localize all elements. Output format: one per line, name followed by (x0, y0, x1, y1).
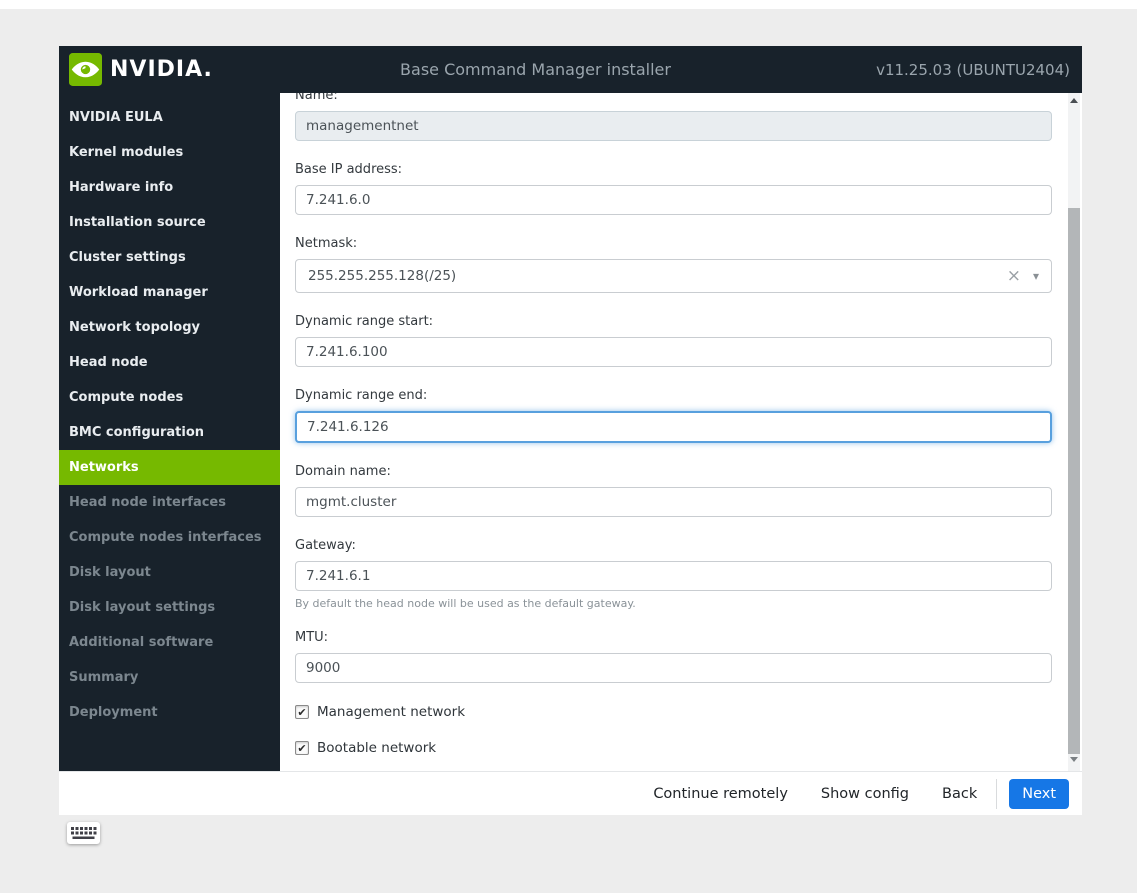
app-title: Base Command Manager installer (400, 60, 671, 79)
sidebar-item-cluster-settings[interactable]: Cluster settings (59, 240, 280, 275)
sidebar-item-deployment[interactable]: Deployment (59, 695, 280, 730)
gateway-helper-text: By default the head node will be used as… (295, 597, 636, 610)
domain-name-input[interactable] (295, 487, 1052, 517)
sidebar-item-hardware-info[interactable]: Hardware info (59, 170, 280, 205)
scroll-down-icon[interactable] (1070, 757, 1078, 762)
netmask-label: Netmask: (295, 236, 358, 251)
management-network-checkbox[interactable]: ✔ (295, 705, 309, 719)
field-dynamic-range-end: Dynamic range end: (295, 388, 1052, 443)
netmask-select[interactable]: 255.255.255.128(/25) × ▾ (295, 259, 1052, 293)
bootable-network-checkbox[interactable]: ✔ (295, 741, 309, 755)
nvidia-eye-icon (69, 53, 102, 86)
field-dynamic-range-start: Dynamic range start: (295, 314, 1052, 367)
management-network-row: ✔ Management network (295, 704, 1052, 720)
name-label: Name: (295, 93, 338, 103)
name-input (295, 111, 1052, 141)
dynamic-range-start-input[interactable] (295, 337, 1052, 367)
sidebar-item-nvidia-eula[interactable]: NVIDIA EULA (59, 100, 280, 135)
footer-bar: Continue remotely Show config Back Next (59, 771, 1082, 815)
base-ip-input[interactable] (295, 185, 1052, 215)
network-settings-form: Name: Base IP address: Netmask: 255.255.… (280, 93, 1082, 771)
header-bar: NVIDIA. Base Command Manager installer v… (59, 46, 1082, 93)
sidebar-item-additional-software[interactable]: Additional software (59, 625, 280, 660)
sidebar-item-network-topology[interactable]: Network topology (59, 310, 280, 345)
on-screen-keyboard-icon[interactable] (67, 822, 100, 844)
sidebar-item-bmc-configuration[interactable]: BMC configuration (59, 415, 280, 450)
sidebar-item-head-node-interfaces[interactable]: Head node interfaces (59, 485, 280, 520)
netmask-value: 255.255.255.128(/25) (308, 268, 457, 284)
sidebar-item-installation-source[interactable]: Installation source (59, 205, 280, 240)
next-button[interactable]: Next (1009, 778, 1069, 809)
dynamic-range-end-label: Dynamic range end: (295, 388, 428, 403)
chevron-down-icon[interactable]: ▾ (1033, 270, 1039, 282)
app-version: v11.25.03 (UBUNTU2404) (876, 60, 1070, 79)
show-config-button[interactable]: Show config (821, 786, 909, 802)
sidebar-item-disk-layout-settings[interactable]: Disk layout settings (59, 590, 280, 625)
field-base-ip: Base IP address: (295, 162, 1052, 215)
installer-window: NVIDIA. Base Command Manager installer v… (59, 46, 1082, 815)
keyboard-glyph-icon (71, 826, 97, 839)
sidebar-item-kernel-modules[interactable]: Kernel modules (59, 135, 280, 170)
management-network-label: Management network (317, 704, 466, 720)
sidebar-item-workload-manager[interactable]: Workload manager (59, 275, 280, 310)
gateway-input[interactable] (295, 561, 1052, 591)
nvidia-wordmark: NVIDIA. (110, 57, 213, 82)
scroll-up-icon[interactable] (1070, 98, 1078, 103)
mtu-input[interactable] (295, 653, 1052, 683)
gateway-label: Gateway: (295, 538, 356, 553)
dynamic-range-end-input[interactable] (295, 411, 1052, 443)
sidebar-nav: NVIDIA EULA Kernel modules Hardware info… (59, 93, 280, 771)
vertical-scrollbar[interactable] (1068, 93, 1080, 771)
base-ip-label: Base IP address: (295, 162, 403, 177)
continue-remotely-button[interactable]: Continue remotely (653, 786, 788, 802)
clear-icon[interactable]: × (1007, 267, 1021, 285)
sidebar-item-compute-nodes-interfaces[interactable]: Compute nodes interfaces (59, 520, 280, 555)
sidebar-item-summary[interactable]: Summary (59, 660, 280, 695)
sidebar-item-head-node[interactable]: Head node (59, 345, 280, 380)
bootable-network-row: ✔ Bootable network (295, 740, 1052, 756)
mtu-label: MTU: (295, 630, 329, 645)
page-top-strip (0, 0, 1137, 9)
field-mtu: MTU: (295, 630, 1052, 683)
field-gateway: Gateway: By default the head node will b… (295, 538, 1052, 610)
bootable-network-label: Bootable network (317, 740, 437, 756)
footer-divider (996, 778, 998, 809)
domain-name-label: Domain name: (295, 464, 391, 479)
sidebar-item-disk-layout[interactable]: Disk layout (59, 555, 280, 590)
field-netmask: Netmask: 255.255.255.128(/25) × ▾ (295, 236, 1052, 293)
nvidia-logo: NVIDIA. (69, 53, 213, 86)
sidebar-item-compute-nodes[interactable]: Compute nodes (59, 380, 280, 415)
dynamic-range-start-label: Dynamic range start: (295, 314, 434, 329)
field-domain-name: Domain name: (295, 464, 1052, 517)
sidebar-item-networks[interactable]: Networks (59, 450, 280, 485)
scrollbar-thumb[interactable] (1068, 208, 1080, 754)
field-name: Name: (295, 93, 1052, 141)
back-button[interactable]: Back (942, 786, 977, 802)
main-area: NVIDIA EULA Kernel modules Hardware info… (59, 93, 1082, 771)
